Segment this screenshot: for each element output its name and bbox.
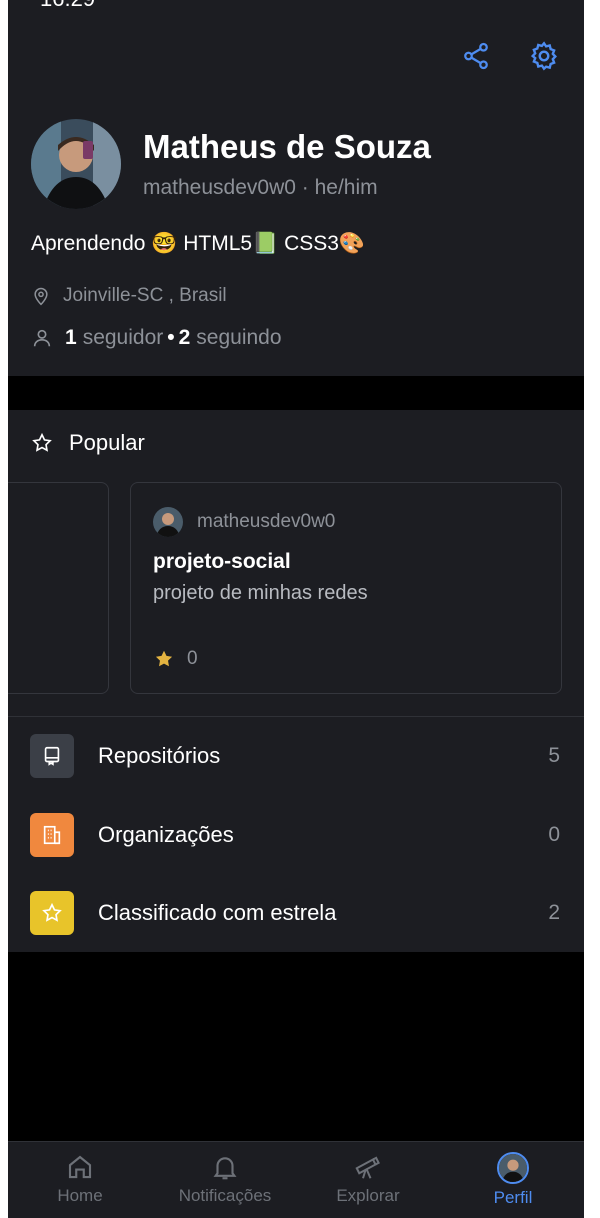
follow-row[interactable]: 1 seguidor • 2 seguindo (31, 326, 282, 350)
profile-name: Matheus de Souza (143, 128, 431, 165)
avatar-icon (497, 1152, 529, 1184)
popular-title: Popular (69, 430, 145, 455)
share-button[interactable] (458, 38, 494, 74)
following-label: seguindo (196, 326, 282, 349)
nav-explore-label: Explorar (336, 1186, 400, 1205)
followers-count: 1 (65, 326, 77, 349)
phone-screen: 16:29 Matheus de Souza (8, 0, 584, 1218)
menu-label-starred: Classificado com estrela (98, 900, 337, 925)
person-icon (33, 329, 51, 347)
repo-owner-name: matheusdev0w0 (197, 511, 336, 532)
star-icon (30, 891, 74, 935)
menu-count-repositories: 5 (548, 744, 560, 767)
menu-item-organizations[interactable]: Organizações 0 (8, 805, 584, 865)
repo-stars: 0 (153, 648, 198, 670)
following-count: 2 (178, 326, 191, 349)
star-filled-icon (155, 650, 173, 667)
repo-name: projeto-social (153, 550, 291, 573)
status-time: 16:29 (40, 0, 95, 12)
menu-count-starred: 2 (548, 901, 560, 924)
organization-icon (30, 813, 74, 857)
settings-button[interactable] (526, 38, 562, 74)
section-divider (8, 716, 584, 717)
bell-icon (213, 1157, 237, 1180)
telescope-icon (355, 1156, 380, 1179)
profile-handle: matheusdev0w0 · he/him (143, 176, 378, 199)
repo-description: projeto de minhas redes (153, 582, 368, 604)
repo-owner: matheusdev0w0 (153, 507, 335, 537)
repo-icon (30, 734, 74, 778)
nav-home-label: Home (57, 1186, 103, 1205)
nav-notifications-label: Notificações (178, 1186, 272, 1205)
gear-icon (530, 41, 557, 71)
share-icon (464, 42, 488, 70)
menu-label-organizations: Organizações (98, 822, 234, 847)
owner-avatar (153, 507, 183, 537)
nav-home[interactable]: Home (15, 1152, 145, 1206)
nav-notifications[interactable]: Notificações (160, 1152, 290, 1206)
home-icon (68, 1155, 92, 1179)
menu-count-organizations: 0 (548, 823, 560, 846)
location-pin-icon (34, 287, 48, 306)
profile-header: 16:29 Matheus de Souza (8, 0, 584, 376)
nav-profile[interactable]: Perfil (448, 1152, 578, 1208)
nav-explore[interactable]: Explorar (303, 1152, 433, 1206)
location-row: Joinville-SC , Brasil (31, 285, 227, 307)
follow-separator: • (167, 326, 175, 349)
popular-heading: Popular (31, 430, 145, 456)
location-text: Joinville-SC , Brasil (63, 285, 227, 306)
menu-item-starred[interactable]: Classificado com estrela 2 (8, 883, 584, 943)
profile-content: Popular matheusdev0w0 projeto-social pro… (8, 410, 584, 952)
followers-label: seguidor (82, 326, 164, 349)
menu-label-repositories: Repositórios (98, 743, 221, 768)
menu-item-repositories[interactable]: Repositórios 5 (8, 726, 584, 786)
profile-avatar[interactable] (31, 119, 121, 209)
star-outline-icon (32, 432, 52, 452)
repo-star-count: 0 (187, 648, 198, 669)
profile-bio: Aprendendo 🤓 HTML5📗 CSS3🎨 (31, 232, 366, 255)
repo-card-previous[interactable] (8, 482, 109, 694)
bottom-navigation: Home Notificações Explorar Perfil (8, 1141, 584, 1218)
repo-card[interactable]: matheusdev0w0 projeto-social projeto de … (130, 482, 562, 694)
nav-profile-label: Perfil (493, 1188, 533, 1207)
